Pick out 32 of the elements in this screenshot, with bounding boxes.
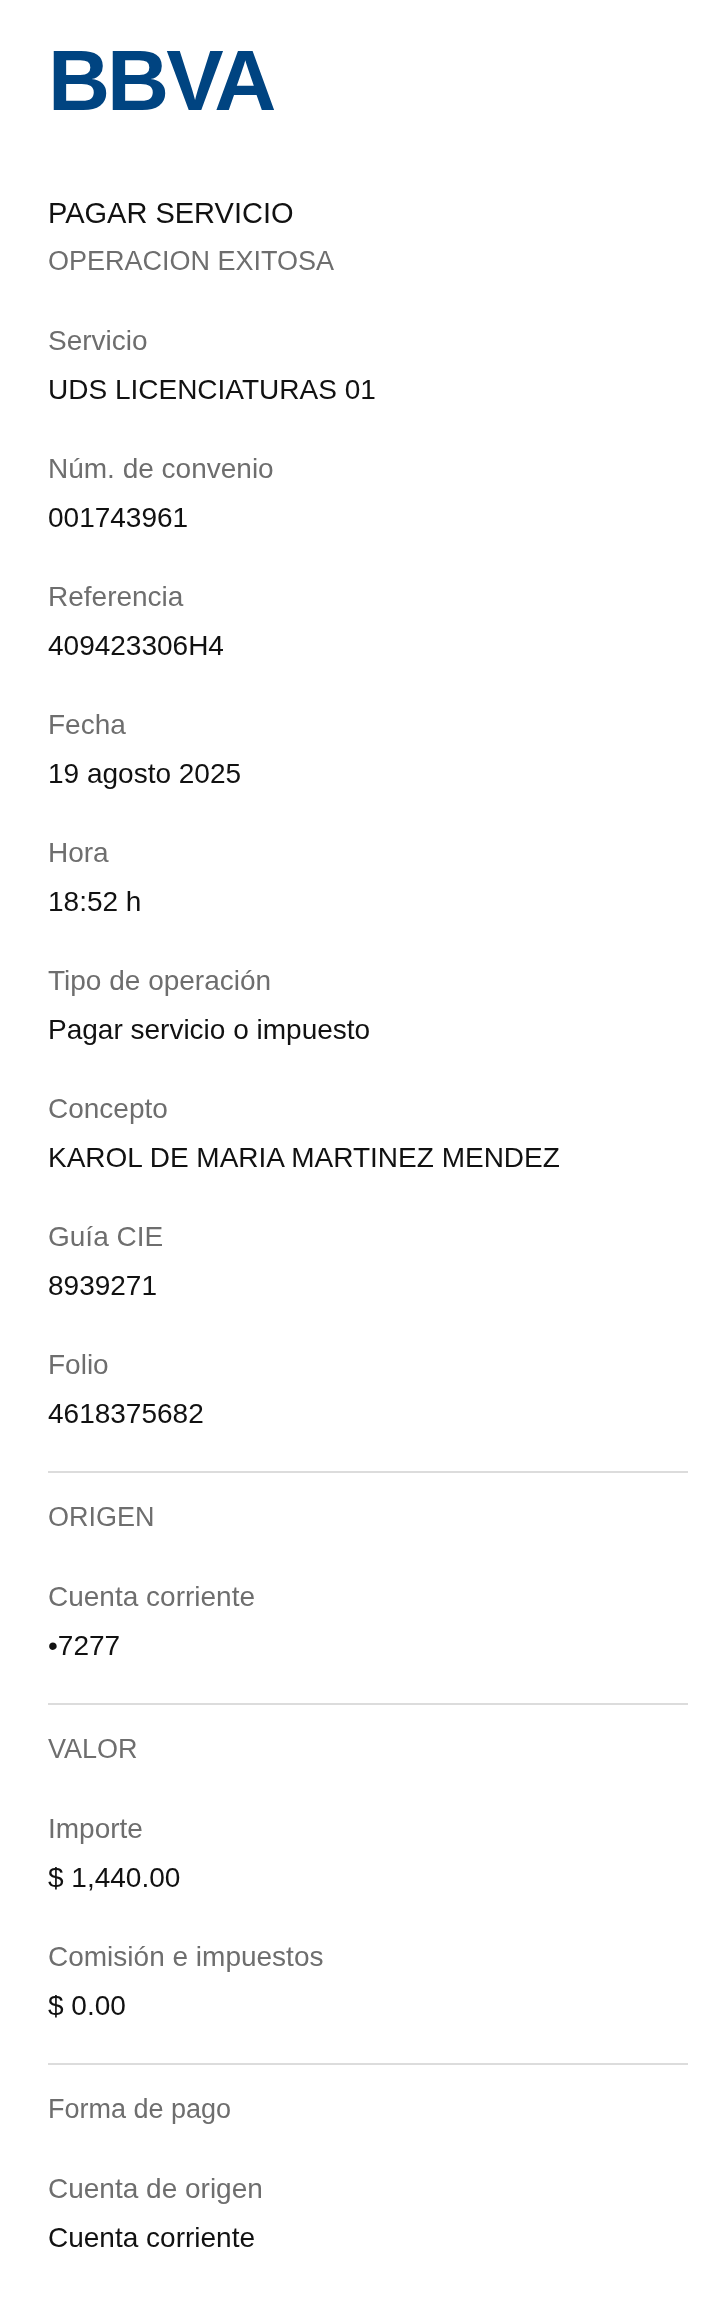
field-label: Folio bbox=[48, 1348, 110, 1382]
field-value: •7277 bbox=[48, 1629, 122, 1663]
receipt-title: PAGAR SERVICIO bbox=[48, 196, 295, 231]
field-label: Cuenta corriente bbox=[48, 1580, 256, 1614]
bank-logo: BBVA bbox=[48, 36, 274, 124]
field-value: $ 0.00 bbox=[48, 1989, 127, 2023]
field-label: Importe bbox=[48, 1812, 144, 1846]
section-heading: VALOR bbox=[48, 1733, 139, 1766]
field-label: Guía CIE bbox=[48, 1220, 165, 1254]
field-value: Cuenta corriente bbox=[48, 2221, 256, 2255]
section-heading: ORIGEN bbox=[48, 1501, 156, 1534]
field-value: Pagar servicio o impuesto bbox=[48, 1013, 372, 1047]
section-heading: Forma de pago bbox=[48, 2093, 233, 2126]
field-value: 8939271 bbox=[48, 1269, 158, 1303]
field-label: Cuenta de origen bbox=[48, 2172, 264, 2206]
field-label: Referencia bbox=[48, 580, 185, 614]
field-label: Servicio bbox=[48, 324, 149, 358]
field-value: 409423306H4 bbox=[48, 629, 225, 663]
field-value: UDS LICENCIATURAS 01 bbox=[48, 373, 377, 407]
field-label: Tipo de operación bbox=[48, 964, 273, 998]
field-value: $ 1,440.00 bbox=[48, 1861, 182, 1895]
field-label: Concepto bbox=[48, 1092, 169, 1126]
field-label: Fecha bbox=[48, 708, 127, 742]
field-value: 19 agosto 2025 bbox=[48, 757, 243, 791]
field-value: KAROL DE MARIA MARTINEZ MENDEZ bbox=[48, 1141, 561, 1175]
field-value: 4618375682 bbox=[48, 1397, 205, 1431]
field-value: 001743961 bbox=[48, 501, 190, 535]
field-value: 18:52 h bbox=[48, 885, 143, 919]
field-label: Comisión e impuestos bbox=[48, 1940, 325, 1974]
field-label: Núm. de convenio bbox=[48, 452, 275, 486]
section-heading: OPERACION EXITOSA bbox=[48, 245, 336, 278]
field-label: Hora bbox=[48, 836, 110, 870]
